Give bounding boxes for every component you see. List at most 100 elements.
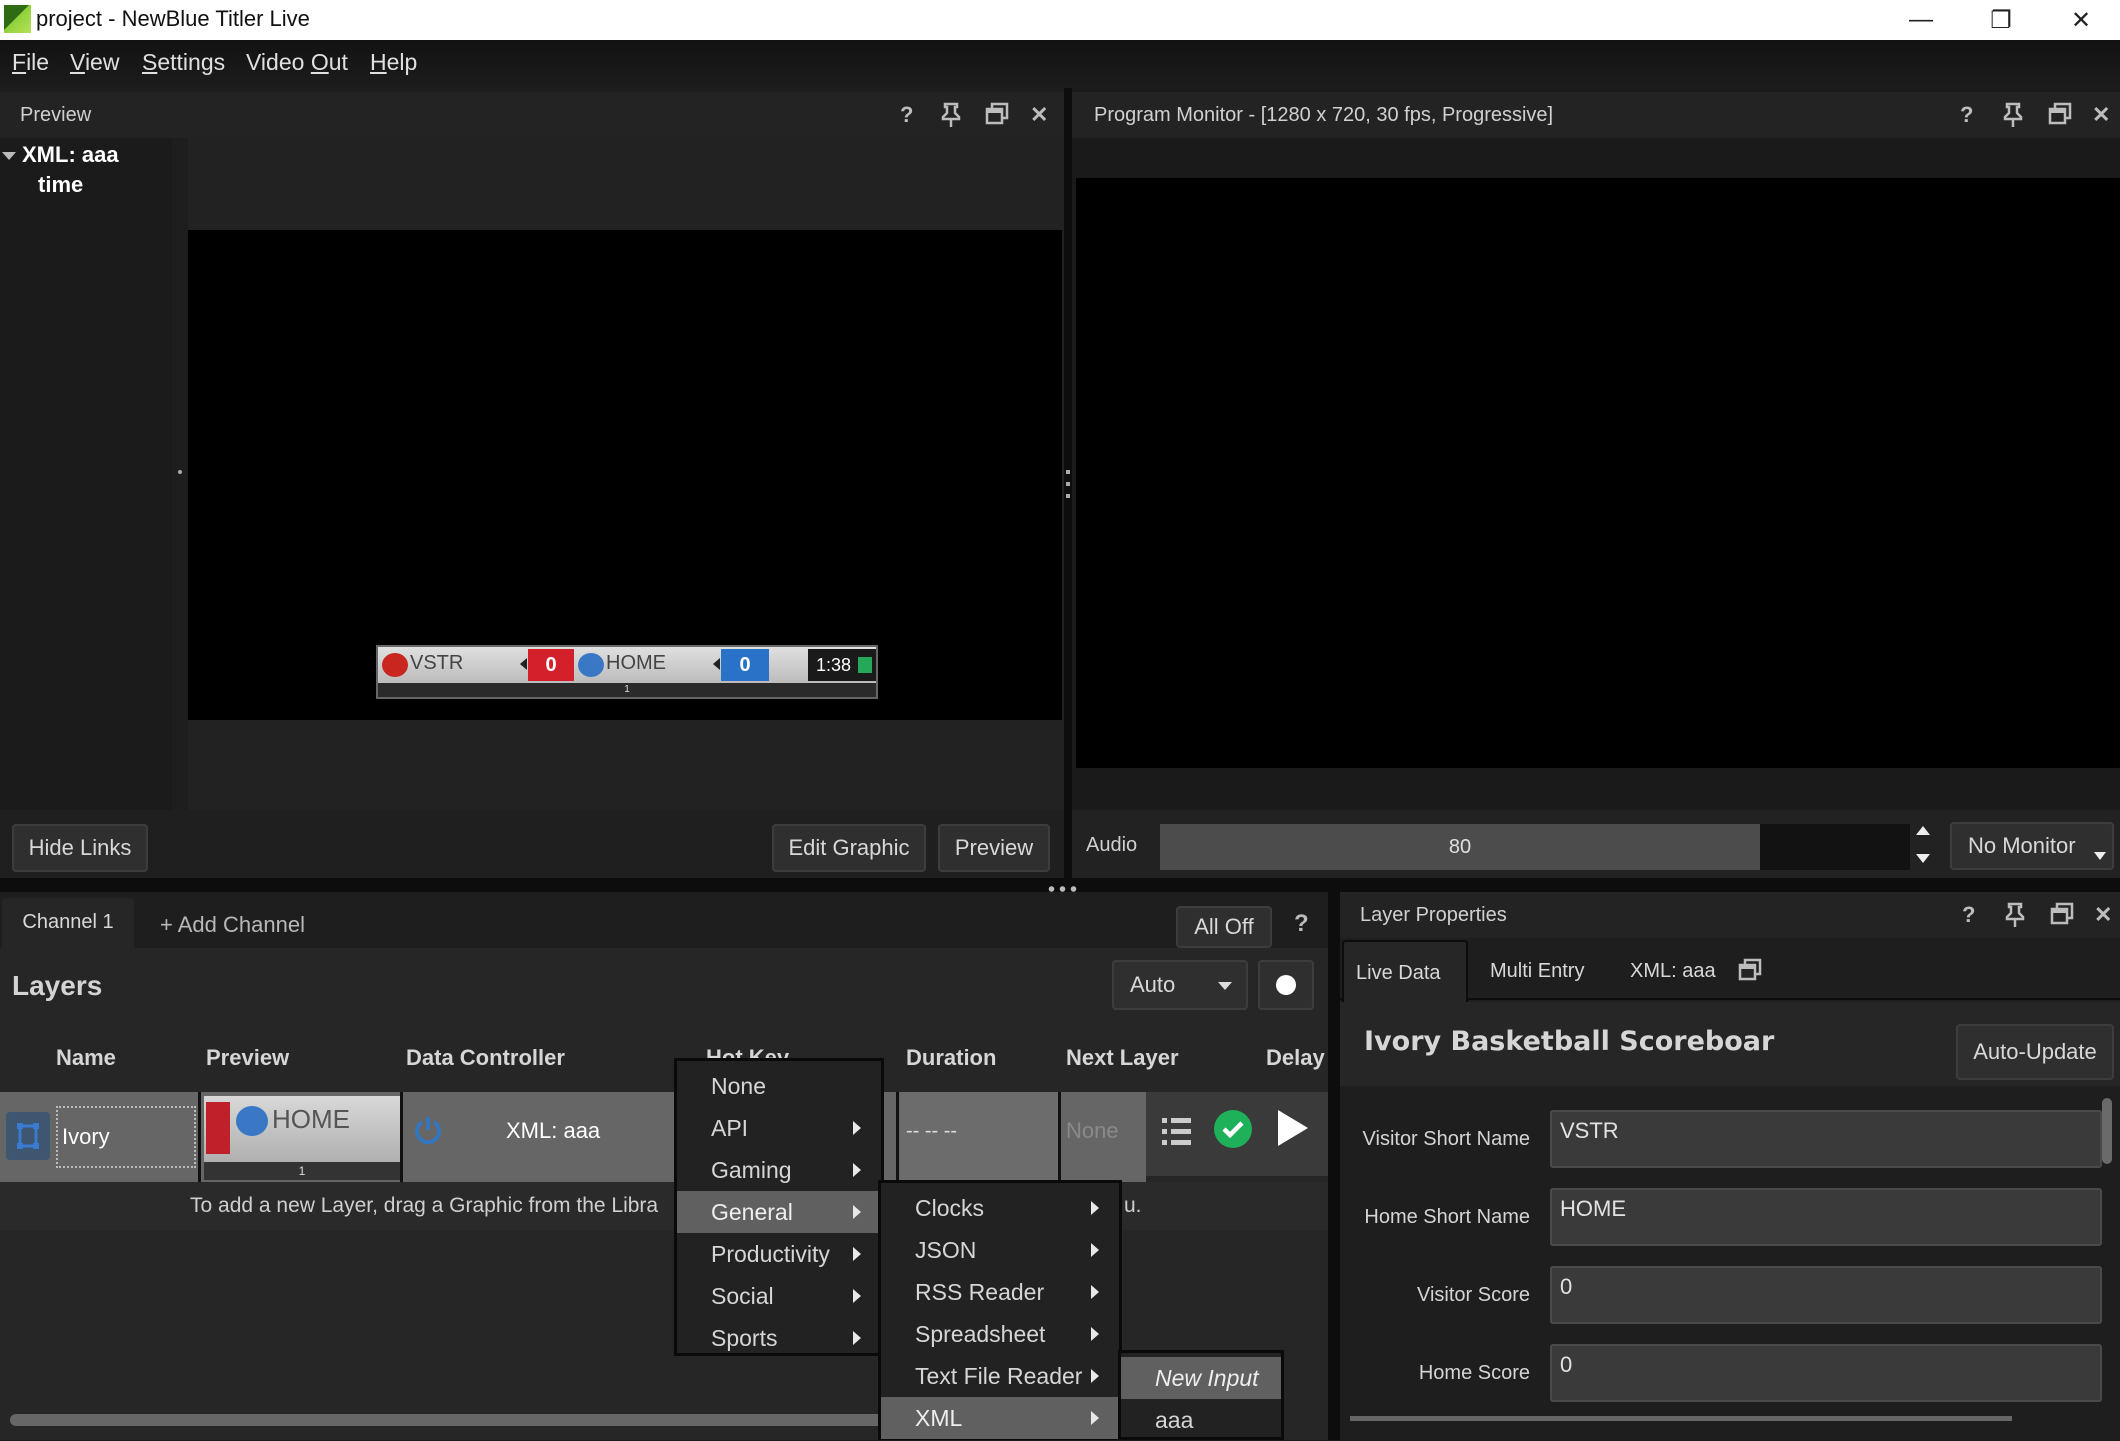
label: Sports: [711, 1325, 778, 1351]
chevron-down-icon: [1218, 982, 1232, 990]
monitor-select[interactable]: No Monitor: [1950, 822, 2114, 870]
layers-hint: To add a new Layer, drag a Graphic from …: [190, 1194, 659, 1217]
home-score-input[interactable]: 0: [1550, 1344, 2102, 1402]
menu-item-sports[interactable]: Sports: [677, 1317, 881, 1359]
menu-item-gaming[interactable]: Gaming: [677, 1149, 881, 1191]
menu-help[interactable]: Help: [370, 49, 417, 76]
home-short-name-input[interactable]: HOME: [1550, 1188, 2102, 1246]
all-off-button[interactable]: All Off: [1176, 906, 1272, 948]
menu-item-xml[interactable]: XML: [881, 1397, 1119, 1439]
play-icon[interactable]: [1278, 1110, 1308, 1146]
record-button[interactable]: [1258, 960, 1314, 1010]
program-monitor-header: Program Monitor - [1280 x 720, 30 fps, P…: [1072, 92, 2120, 138]
menu-video-out[interactable]: Video Out: [246, 49, 348, 76]
splitter-grip-icon[interactable]: [1066, 470, 1070, 500]
menu-item-rss-reader[interactable]: RSS Reader: [881, 1271, 1119, 1313]
horizontal-scrollbar[interactable]: [1350, 1416, 2012, 1421]
close-panel-icon[interactable]: ✕: [2094, 902, 2112, 928]
visitor-short-name-input[interactable]: VSTR: [1550, 1110, 2102, 1168]
general-submenu: Clocks JSON RSS Reader Spreadsheet Text …: [878, 1180, 1122, 1440]
menu-item-api[interactable]: API: [677, 1107, 881, 1149]
menu-bar: File View Settings Video Out Help: [0, 40, 2120, 88]
tab-live-data[interactable]: Live Data: [1342, 940, 1468, 1002]
data-controller-value[interactable]: XML: aaa: [506, 1118, 600, 1144]
preview-button[interactable]: Preview: [938, 824, 1050, 872]
tree-child[interactable]: time: [38, 172, 83, 198]
splitter-handle[interactable]: [178, 470, 182, 474]
title-bar: project - NewBlue Titler Live — ❐ ✕: [0, 0, 2120, 40]
duration-cell[interactable]: -- -- --: [900, 1092, 1060, 1182]
help-icon[interactable]: ?: [1294, 910, 1309, 938]
menu-item-productivity[interactable]: Productivity: [677, 1233, 881, 1275]
pin-icon[interactable]: [940, 102, 962, 134]
layer-name[interactable]: Ivory Baske...: [56, 1106, 196, 1207]
menu-item-clocks[interactable]: Clocks: [881, 1187, 1119, 1229]
minimize-button[interactable]: —: [1885, 0, 1957, 40]
column-header-name[interactable]: Name: [56, 1045, 116, 1071]
label: New Input: [1155, 1365, 1259, 1391]
close-panel-icon[interactable]: ✕: [2092, 102, 2110, 128]
menu-item-general[interactable]: General: [677, 1191, 881, 1233]
audio-slider[interactable]: 80: [1160, 824, 1910, 870]
menu-item-text-file-reader[interactable]: Text File Reader: [881, 1355, 1119, 1397]
spin-up-icon[interactable]: [1916, 826, 1930, 835]
column-header-preview[interactable]: Preview: [206, 1045, 289, 1071]
record-icon: [1276, 975, 1296, 995]
list-icon[interactable]: [1160, 1114, 1194, 1153]
layer-properties-header: Layer Properties ? ✕: [1340, 892, 2120, 938]
restore-button[interactable]: ❐: [1965, 0, 2037, 40]
column-header-duration[interactable]: Duration: [906, 1045, 996, 1071]
power-icon[interactable]: [414, 1114, 442, 1151]
edit-graphic-button[interactable]: Edit Graphic: [772, 824, 926, 872]
menu-settings[interactable]: Settings: [142, 49, 225, 76]
menu-item-social[interactable]: Social: [677, 1275, 881, 1317]
check-status-icon[interactable]: [1214, 1110, 1252, 1148]
chevron-down-icon: [2094, 852, 2106, 860]
pin-icon[interactable]: [2004, 902, 2026, 934]
tab-channel-1[interactable]: Channel 1: [2, 898, 134, 948]
column-header-next-layer[interactable]: Next Layer: [1066, 1045, 1179, 1071]
float-tab-icon[interactable]: [1738, 958, 1762, 987]
auto-update-button[interactable]: Auto-Update: [1956, 1024, 2114, 1080]
pin-icon[interactable]: [2002, 102, 2024, 134]
menu-item-new-input[interactable]: New Input: [1121, 1357, 1281, 1399]
close-window-button[interactable]: ✕: [2045, 0, 2117, 40]
tab-multi-entry[interactable]: Multi Entry: [1490, 960, 1584, 983]
help-icon[interactable]: ?: [900, 102, 913, 128]
menu-file[interactable]: File: [12, 49, 49, 76]
visitor-score-input[interactable]: 0: [1550, 1266, 2102, 1324]
column-header-delay[interactable]: Delay: [1266, 1045, 1325, 1071]
menu-item-none[interactable]: None: [677, 1065, 881, 1107]
menu-item-aaa[interactable]: aaa: [1121, 1399, 1281, 1441]
hide-links-button[interactable]: Hide Links: [12, 824, 148, 872]
close-panel-icon[interactable]: ✕: [1030, 102, 1048, 128]
table-row[interactable]: Ivory Baske... HOME 1 XML: aaa -- -- -- …: [0, 1092, 1146, 1207]
data-tree: XML: aaa time: [0, 138, 172, 810]
spin-down-icon[interactable]: [1916, 854, 1930, 863]
help-icon[interactable]: ?: [1960, 102, 1973, 128]
submenu-arrow-icon: [1091, 1411, 1099, 1425]
menu-view[interactable]: View: [70, 49, 119, 76]
add-channel-button[interactable]: + Add Channel: [160, 912, 305, 938]
float-window-icon[interactable]: [2050, 902, 2074, 932]
thumb-red-block: [206, 1102, 230, 1154]
label: aaa: [1155, 1407, 1194, 1433]
vertical-scrollbar[interactable]: [2102, 1098, 2112, 1164]
next-layer-value[interactable]: None: [1066, 1118, 1119, 1144]
column-header-data-controller[interactable]: Data Controller: [406, 1045, 565, 1071]
label: Gaming: [711, 1157, 792, 1183]
float-window-icon[interactable]: [985, 102, 1009, 132]
help-icon[interactable]: ?: [1962, 902, 1975, 928]
vertical-splitter[interactable]: [1328, 892, 1340, 1440]
field-label-visitor-score: Visitor Score: [1416, 1284, 1530, 1306]
tree-root[interactable]: XML: aaa: [22, 142, 119, 168]
menu-item-json[interactable]: JSON: [881, 1229, 1119, 1271]
submenu-arrow-icon: [1091, 1369, 1099, 1383]
arrow-left-icon: [520, 658, 527, 670]
horizontal-scrollbar[interactable]: [10, 1414, 886, 1426]
mode-select[interactable]: Auto: [1112, 960, 1248, 1010]
tab-xml-aaa[interactable]: XML: aaa: [1630, 960, 1716, 983]
expand-triangle-icon[interactable]: [2, 152, 16, 160]
float-window-icon[interactable]: [2048, 102, 2072, 132]
menu-item-spreadsheet[interactable]: Spreadsheet: [881, 1313, 1119, 1355]
